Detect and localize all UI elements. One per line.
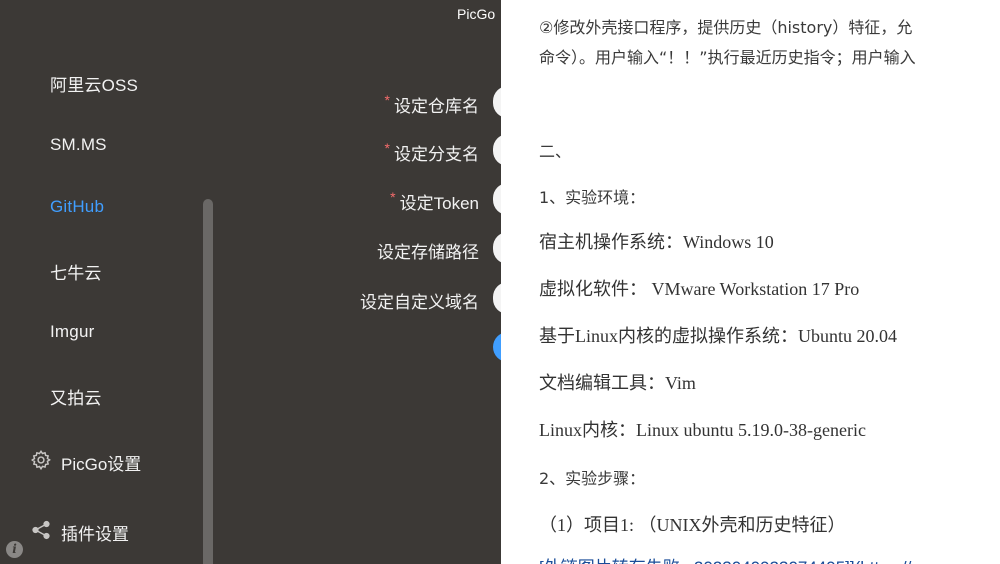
doc-line: 基于Linux内核的虚拟操作系统：Ubuntu 20.04 [539,326,897,346]
sidebar-item-qiniu[interactable]: 七牛云 [50,259,102,284]
document-pane: ②修改外壳接口程序，提供历史（history）特征，允 命令）。用户输入“！！”… [501,0,1000,564]
branch-name-row: * 设定分支名 [300,134,501,170]
doc-line: 1、实验环境： [539,188,646,207]
doc-line: 宿主机操作系统：Windows 10 [539,232,774,252]
storage-path-label: 设定存储路径 [377,243,479,262]
storage-path-input[interactable] [493,232,501,264]
sidebar-item-picgo-settings[interactable]: PicGo设置 [30,449,141,476]
share-icon [30,519,52,546]
doc-heading: 二、 [539,142,572,161]
storage-path-row: 设定存储路径 [300,232,501,268]
sidebar-item-label: 插件设置 [61,525,129,544]
sidebar-item-aliyun-oss[interactable]: 阿里云OSS [50,71,138,96]
sidebar-scrollbar[interactable] [203,199,213,564]
doc-line: 文档编辑工具：Vim [539,373,696,393]
sidebar-item-smms[interactable]: SM.MS [50,135,107,155]
sidebar-item-plugin-settings[interactable]: 插件设置 [30,519,129,546]
sidebar-item-imgur[interactable]: Imgur [50,322,94,342]
repo-name-input[interactable] [493,86,501,118]
branch-name-input[interactable] [493,134,501,166]
doc-image-link[interactable]: [外链图片转存失败...2023040923074495]](https:// [539,553,911,564]
repo-name-row: * 设定仓库名 [300,86,501,122]
picgo-window: PicGo 阿里云OSS SM.MS GitHub 七牛云 Imgur 又拍云 … [0,0,501,564]
token-input[interactable] [493,183,501,215]
required-mark: * [384,92,390,108]
token-label: * 设定Token [390,189,479,213]
custom-domain-row: 设定自定义域名 [300,282,501,318]
default-uploader-toggle[interactable] [493,332,501,362]
doc-line: ②修改外壳接口程序，提供历史（history）特征，允 [539,18,913,37]
sidebar-item-label: PicGo设置 [61,455,142,474]
token-row: * 设定Token [300,183,501,219]
required-mark: * [384,140,390,156]
sidebar: 阿里云OSS SM.MS GitHub 七牛云 Imgur 又拍云 PicGo设… [0,0,215,564]
branch-name-label: * 设定分支名 [384,140,479,164]
info-icon[interactable]: i [6,541,23,558]
doc-line: Linux内核：Linux ubuntu 5.19.0-38-generic [539,420,866,440]
doc-line: 虚拟化软件： VMware Workstation 17 Pro [539,279,860,299]
required-mark: * [390,189,396,205]
custom-domain-label: 设定自定义域名 [360,293,479,312]
app-title: PicGo [457,6,496,22]
repo-name-label: * 设定仓库名 [384,92,479,116]
custom-domain-input[interactable] [493,282,501,314]
sidebar-item-upyun[interactable]: 又拍云 [50,384,102,409]
sidebar-item-github[interactable]: GitHub [50,197,104,217]
doc-line: （1）项目1: （UNIX外壳和历史特征） [539,515,846,535]
gear-icon [30,449,52,476]
doc-line: 2、实验步骤： [539,469,646,488]
doc-line: 命令）。用户输入“！！”执行最近历史指令；用户输入 [539,48,916,67]
